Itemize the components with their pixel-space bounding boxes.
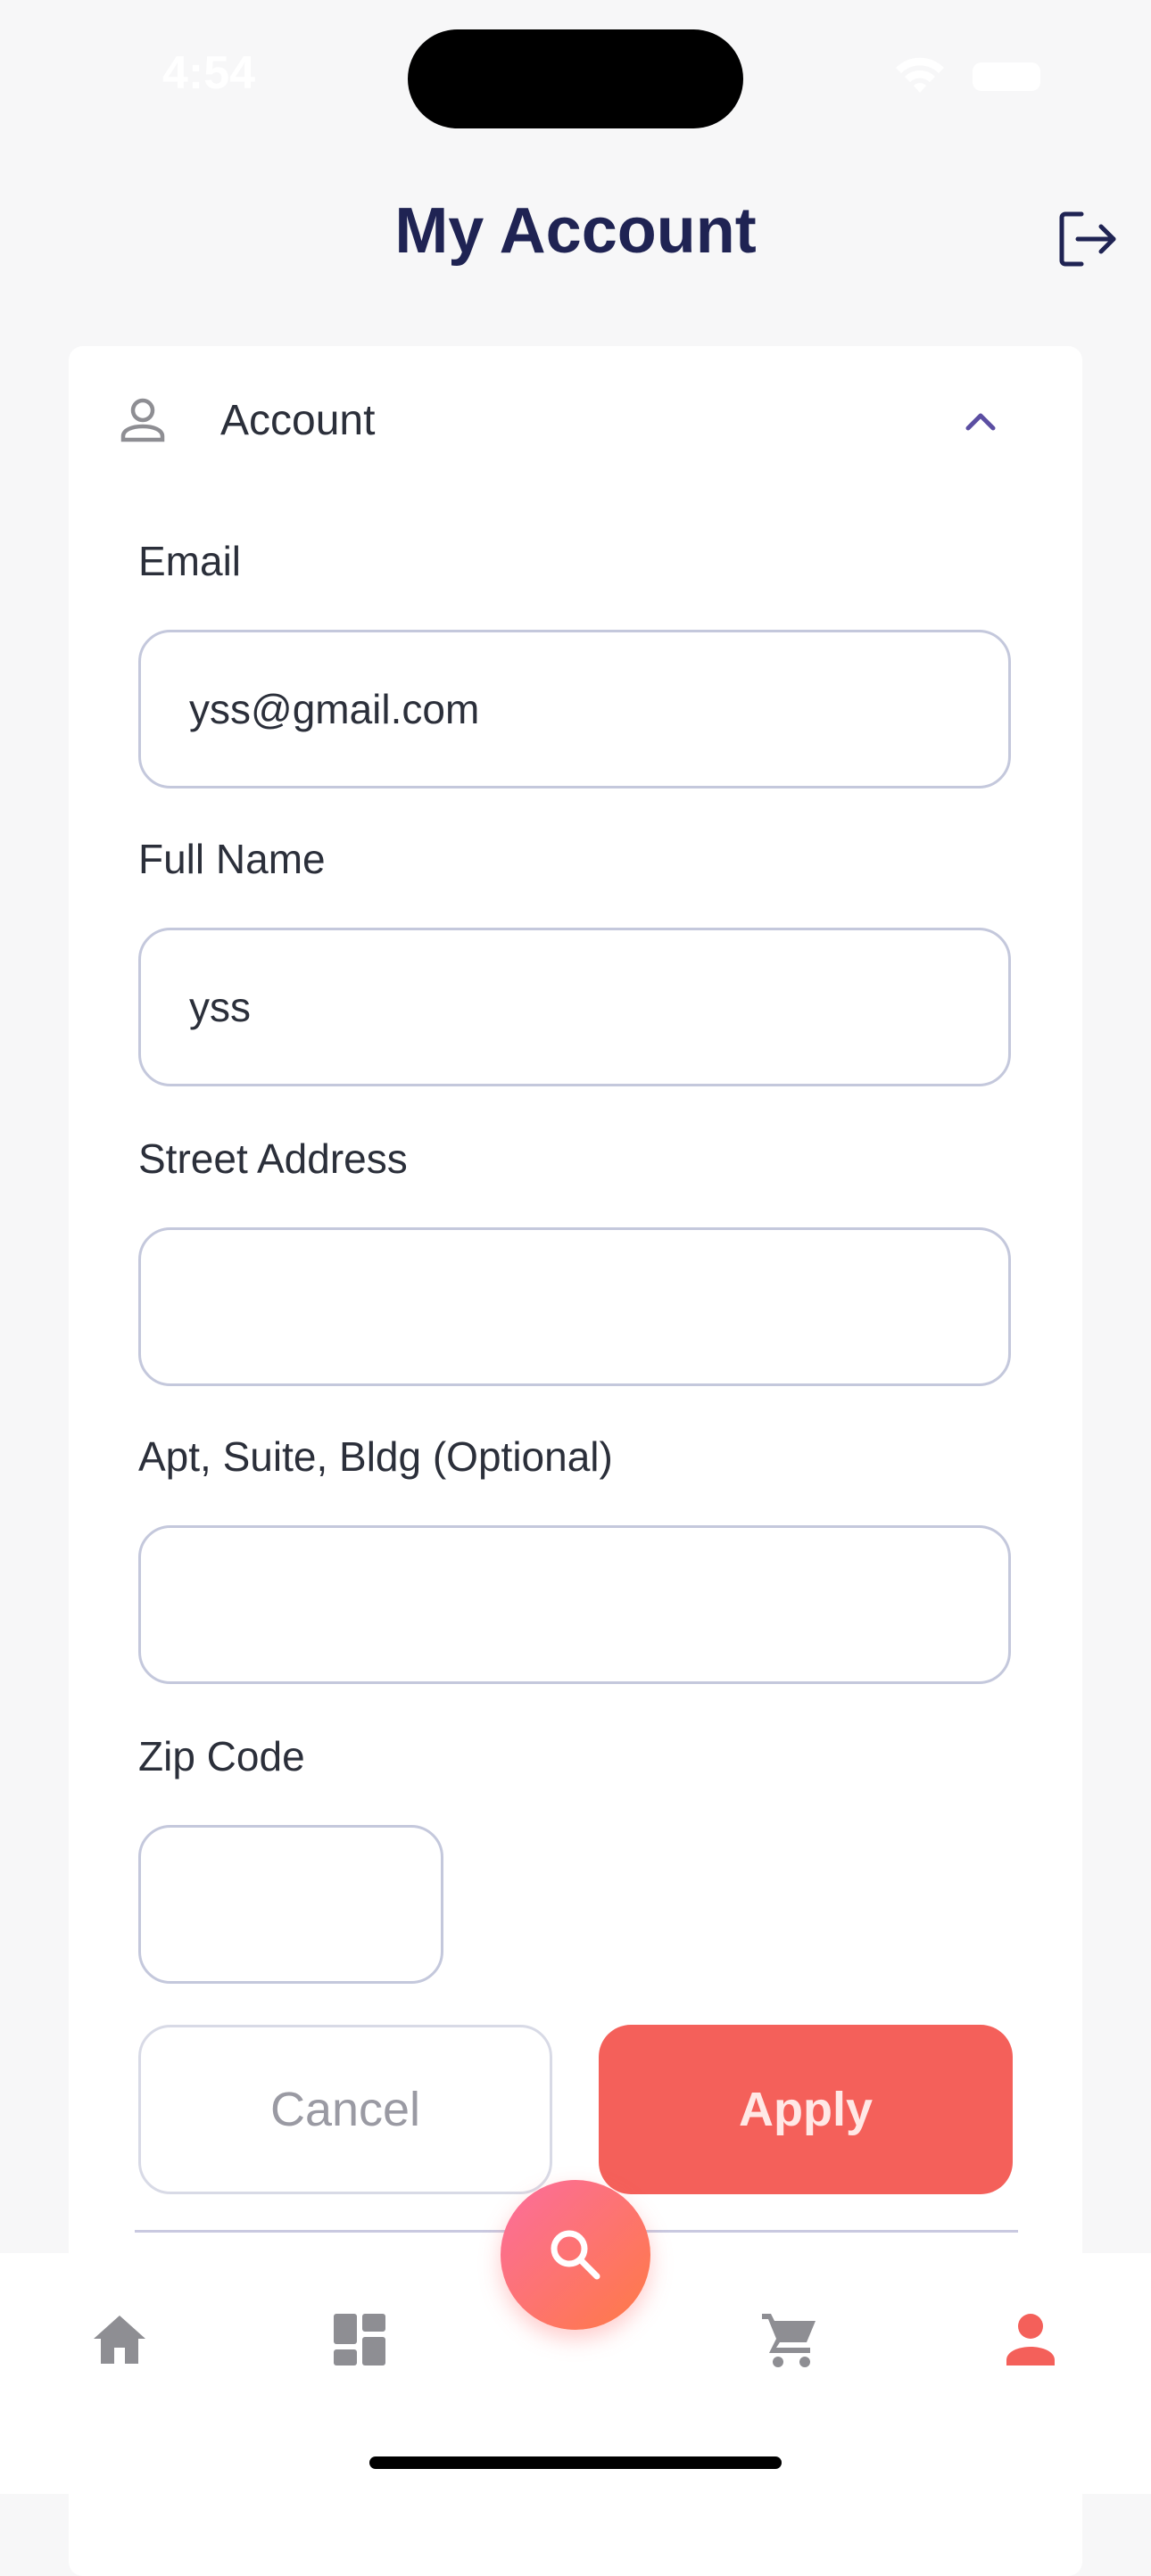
person-outline-icon [120,398,165,442]
apply-button[interactable]: Apply [599,2025,1013,2194]
street-address-field[interactable] [141,1230,1008,1383]
status-time: 4:54 [162,47,256,99]
battery-icon [973,62,1040,91]
apt-label: Apt, Suite, Bldg (Optional) [138,1433,613,1480]
home-indicator [369,2456,782,2469]
chevron-up-icon[interactable] [961,401,1000,441]
cancel-button[interactable]: Cancel [138,2025,552,2194]
full-name-label: Full Name [138,836,326,882]
dashboard-icon[interactable] [328,2308,391,2371]
wifi-icon [896,57,944,93]
email-field-box [138,630,1011,788]
street-address-label: Street Address [138,1135,408,1182]
logout-icon[interactable] [1053,205,1121,273]
email-label: Email [138,538,242,584]
search-icon [551,2230,600,2280]
account-section-header[interactable]: Account [69,346,1082,502]
zip-code-field-box [138,1825,443,1984]
full-name-field-box [138,928,1011,1086]
person-icon[interactable] [999,2308,1062,2371]
account-section-label: Account [220,397,376,444]
street-address-field-box [138,1227,1011,1386]
home-icon[interactable] [88,2308,151,2371]
full-name-field[interactable] [141,930,1008,1084]
zip-code-label: Zip Code [138,1733,305,1779]
status-bar: 4:54 [0,0,1151,134]
search-button[interactable] [501,2180,650,2330]
zip-code-field[interactable] [141,1828,441,1981]
page-title: My Account [394,195,757,267]
apt-field[interactable] [141,1528,1008,1681]
apt-field-box [138,1525,1011,1684]
email-field[interactable] [141,632,1008,786]
cart-icon[interactable] [758,2308,821,2371]
header: My Account [0,169,1151,294]
dynamic-island [408,29,743,128]
